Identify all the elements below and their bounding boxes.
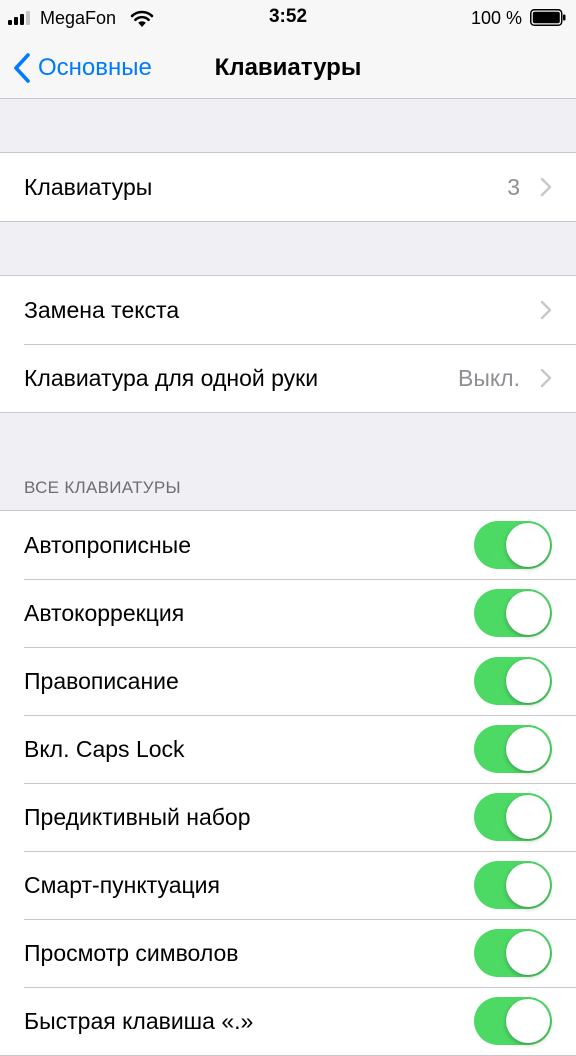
toggle-row-period-shortcut: Быстрая клавиша «.» bbox=[0, 987, 576, 1055]
toggle-knob bbox=[506, 659, 550, 703]
back-button-label: Основные bbox=[38, 54, 152, 81]
section-header-all-keyboards: ВСЕ КЛАВИАТУРЫ bbox=[24, 478, 181, 497]
toggle-label: Автокоррекция bbox=[24, 600, 185, 626]
navigation-bar: Основные Клавиатуры bbox=[0, 40, 576, 99]
toggle-label: Быстрая клавиша «.» bbox=[24, 1008, 254, 1034]
all-keyboards-group: Автопрописные Автокоррекция Правописание… bbox=[0, 510, 576, 1056]
auto-capitalization-toggle[interactable] bbox=[474, 521, 552, 569]
keyboards-row[interactable]: Клавиатуры 3 bbox=[0, 153, 576, 221]
text-options-group: Замена текста Клавиатура для одной руки … bbox=[0, 275, 576, 413]
toggle-label: Правописание bbox=[24, 668, 179, 694]
toggle-row-predictive: Предиктивный набор bbox=[0, 783, 576, 851]
toggle-row-smart-punctuation: Смарт-пунктуация bbox=[0, 851, 576, 919]
status-bar: MegaFon 3:52 100 % bbox=[0, 0, 576, 40]
toggle-label: Смарт-пунктуация bbox=[24, 872, 220, 898]
toggle-knob bbox=[506, 523, 550, 567]
period-shortcut-toggle[interactable] bbox=[474, 997, 552, 1045]
chevron-right-icon bbox=[540, 300, 552, 320]
chevron-right-icon bbox=[540, 368, 552, 388]
toggle-row-caps-lock: Вкл. Caps Lock bbox=[0, 715, 576, 783]
toggle-knob bbox=[506, 863, 550, 907]
chevron-left-icon bbox=[14, 53, 30, 83]
toggle-knob bbox=[506, 999, 550, 1043]
toggle-knob bbox=[506, 795, 550, 839]
one-handed-keyboard-row[interactable]: Клавиатура для одной руки Выкл. bbox=[0, 344, 576, 412]
toggle-label: Предиктивный набор bbox=[24, 804, 251, 830]
spell-check-toggle[interactable] bbox=[474, 657, 552, 705]
character-preview-toggle[interactable] bbox=[474, 929, 552, 977]
chevron-right-icon bbox=[540, 177, 552, 197]
back-button[interactable]: Основные bbox=[12, 50, 152, 86]
auto-correction-toggle[interactable] bbox=[474, 589, 552, 637]
toggle-row-auto-capitalization: Автопрописные bbox=[0, 511, 576, 579]
toggle-row-character-preview: Просмотр символов bbox=[0, 919, 576, 987]
keyboards-row-label: Клавиатуры bbox=[24, 174, 153, 200]
toggle-label: Вкл. Caps Lock bbox=[24, 736, 185, 762]
text-replacement-label: Замена текста bbox=[24, 297, 180, 323]
keyboards-count: 3 bbox=[507, 174, 520, 200]
toggle-knob bbox=[506, 931, 550, 975]
toggle-label: Автопрописные bbox=[24, 532, 191, 558]
one-handed-keyboard-label: Клавиатура для одной руки bbox=[24, 365, 319, 391]
battery-icon bbox=[530, 9, 566, 26]
toggle-row-spell-check: Правописание bbox=[0, 647, 576, 715]
toggle-knob bbox=[506, 727, 550, 771]
caps-lock-toggle[interactable] bbox=[474, 725, 552, 773]
predictive-toggle[interactable] bbox=[474, 793, 552, 841]
battery-percent: 100 % bbox=[470, 8, 522, 28]
toggle-knob bbox=[506, 591, 550, 635]
toggle-row-auto-correction: Автокоррекция bbox=[0, 579, 576, 647]
text-replacement-row[interactable]: Замена текста bbox=[0, 276, 576, 344]
keyboards-group: Клавиатуры 3 bbox=[0, 152, 576, 222]
toggle-label: Просмотр символов bbox=[24, 940, 239, 966]
one-handed-keyboard-value: Выкл. bbox=[457, 365, 520, 391]
smart-punctuation-toggle[interactable] bbox=[474, 861, 552, 909]
